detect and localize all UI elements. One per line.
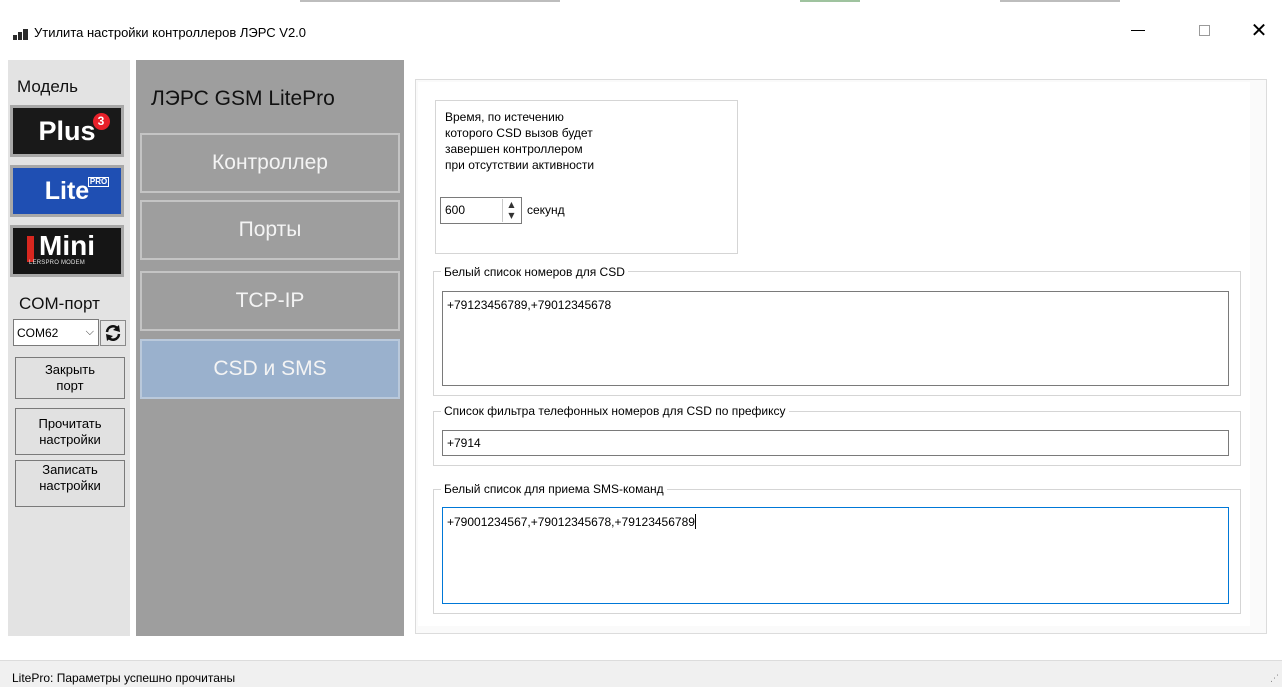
model-plus-button[interactable]: Plus 3	[10, 105, 124, 157]
mini-subtitle: LERSPRO MODEM	[29, 260, 85, 266]
model-mini-button[interactable]: Mini LERSPRO MODEM	[10, 225, 124, 277]
com-port-label: COM-порт	[19, 294, 100, 313]
mini-logo: Mini LERSPRO MODEM	[27, 230, 95, 266]
resize-grip-icon[interactable]: ⋰	[1270, 674, 1279, 684]
csd-timeout-description: Время, по истечению которого CSD вызов б…	[445, 110, 595, 172]
refresh-ports-button[interactable]	[100, 320, 126, 346]
close-port-button[interactable]: Закрыть порт	[15, 357, 125, 399]
sms-whitelist-input[interactable]: +79001234567,+79012345678,+79123456789	[442, 507, 1229, 604]
csd-timeout-stepper[interactable]: 600 ▲ ▼	[440, 197, 522, 224]
stepper-arrows[interactable]: ▲ ▼	[502, 199, 520, 222]
refresh-icon	[105, 325, 121, 341]
device-title: ЛЭРС GSM LitePro	[151, 87, 335, 110]
text-caret	[694, 514, 696, 529]
plus-logo: Plus 3	[38, 112, 110, 147]
csd-prefix-filter-label: Список фильтра телефонных номеров для CS…	[441, 404, 789, 418]
mini-logo-bar	[27, 236, 34, 262]
csd-whitelist-label: Белый список номеров для CSD	[441, 265, 628, 279]
status-bar: LitePro: Параметры успешно прочитаны ⋰	[0, 660, 1282, 687]
nav-tcp-ip[interactable]: TCP-IP	[140, 271, 400, 331]
write-settings-button[interactable]: Записать настройки	[15, 460, 125, 507]
model-label: Модель	[17, 77, 79, 96]
sms-whitelist-label: Белый список для приема SMS-команд	[441, 482, 667, 496]
maximize-icon	[1198, 24, 1210, 36]
model-lite-button[interactable]: Lite PRO	[10, 165, 124, 217]
app-icon	[13, 29, 29, 42]
csd-timeout-unit: секунд	[527, 203, 565, 217]
com-port-select[interactable]: COM62 ⌵	[13, 319, 99, 346]
chevron-up-icon[interactable]: ▲	[503, 199, 520, 210]
lite-pro-badge: PRO	[87, 176, 110, 187]
csd-timeout-value: 600	[445, 203, 466, 217]
csd-prefix-filter-input[interactable]: +7914	[442, 430, 1229, 456]
title-bar: Утилита настройки контроллеров ЛЭРС V2.0…	[0, 10, 1282, 58]
close-icon: ✕	[1250, 18, 1268, 42]
minimize-button[interactable]	[1115, 10, 1161, 50]
lite-logo: Lite PRO	[44, 176, 110, 205]
read-settings-button[interactable]: Прочитать настройки	[15, 408, 125, 455]
maximize-button[interactable]	[1181, 10, 1227, 50]
nav-ports[interactable]: Порты	[140, 200, 400, 260]
plus-badge: 3	[92, 112, 110, 130]
csd-whitelist-input[interactable]: +79123456789,+79012345678	[442, 291, 1229, 386]
minimize-icon	[1131, 29, 1145, 31]
nav-csd-sms[interactable]: CSD и SMS	[140, 339, 400, 399]
window-title: Утилита настройки контроллеров ЛЭРС V2.0	[34, 25, 307, 40]
nav-controller[interactable]: Контроллер	[140, 133, 400, 193]
chevron-down-icon: ⌵	[85, 326, 94, 338]
status-text: LitePro: Параметры успешно прочитаны	[12, 671, 236, 685]
background-window-strip	[0, 0, 1282, 10]
close-button[interactable]: ✕	[1236, 10, 1282, 50]
chevron-down-icon[interactable]: ▼	[503, 210, 520, 221]
